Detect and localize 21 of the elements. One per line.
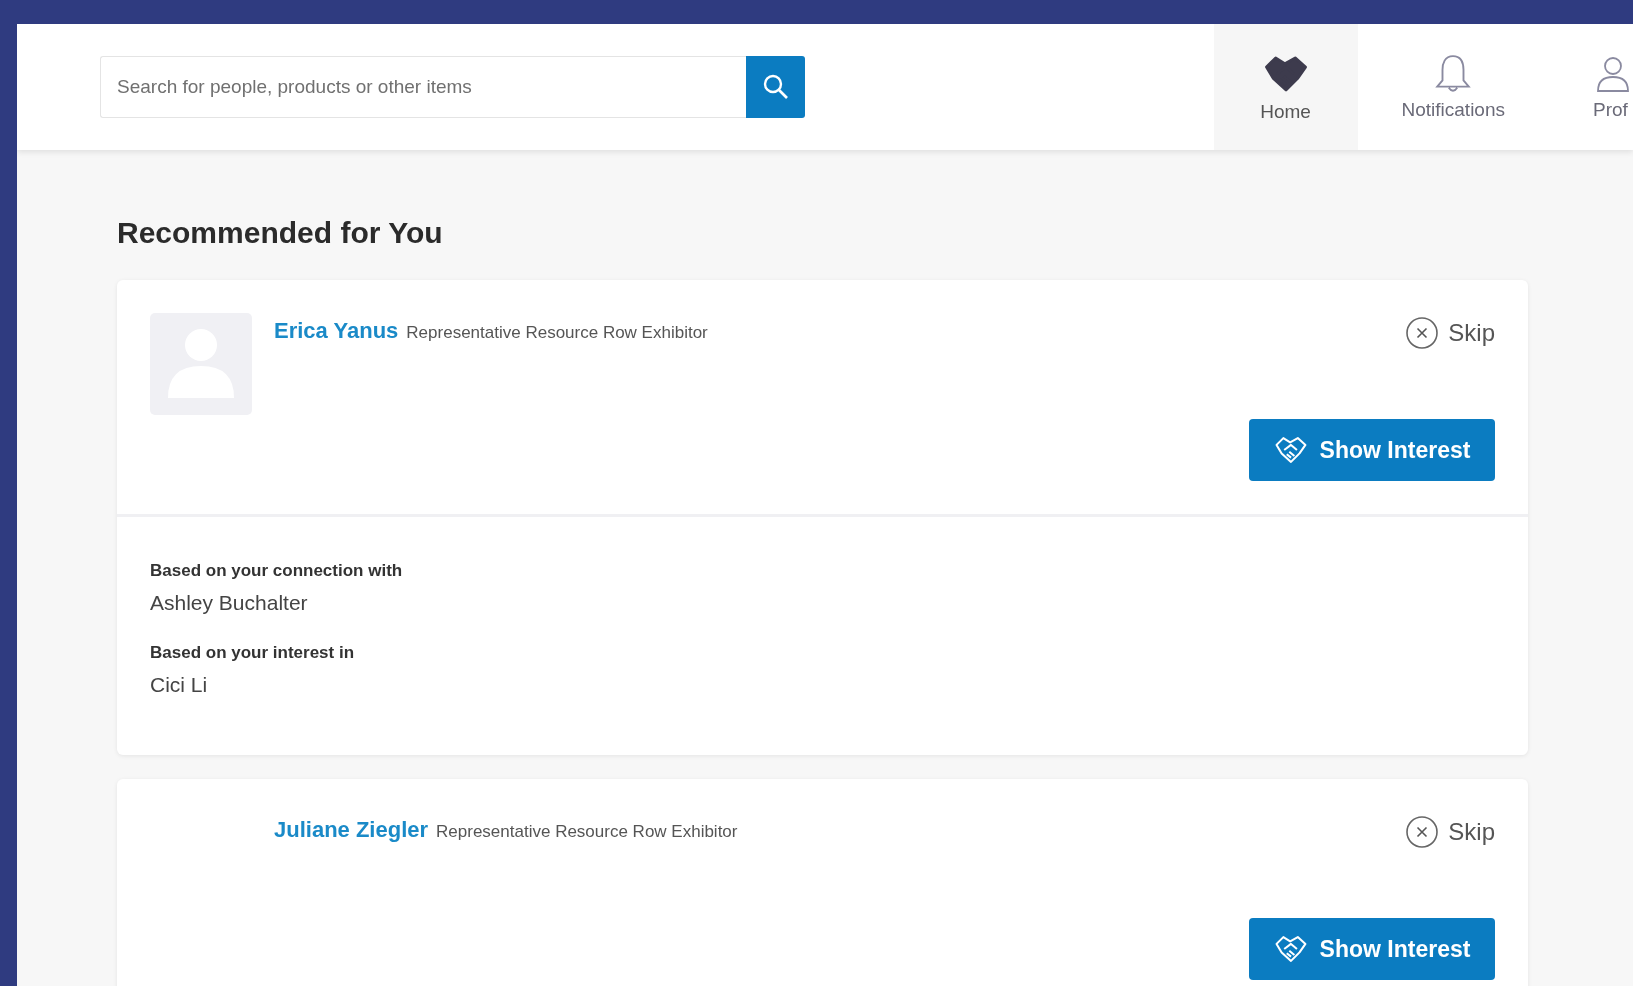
reason-value: Cici Li xyxy=(150,673,209,697)
person-role: Representative Resource Row Exhibitor xyxy=(436,822,738,842)
show-interest-button[interactable]: Show Interest xyxy=(1249,918,1495,980)
nav-tab[interactable]: Home xyxy=(1213,24,1358,150)
skip-button[interactable]: Skip xyxy=(1405,815,1495,849)
section-heading: Recommended for You xyxy=(117,216,444,250)
search-field[interactable]: Search for people, products or other items xyxy=(100,56,746,118)
person-name-link[interactable]: Erica Yanus xyxy=(274,318,399,344)
search-button[interactable] xyxy=(746,56,805,118)
close-icon xyxy=(1405,316,1440,350)
nav-tab[interactable]: Notifications xyxy=(1357,24,1549,150)
reason-label: Based on your connection with xyxy=(150,561,404,581)
reason-label: Based on your interest in xyxy=(150,643,356,663)
skip-button[interactable]: Skip xyxy=(1405,316,1495,350)
reason-value: Ashley Buchalter xyxy=(150,591,309,615)
close-icon xyxy=(1405,815,1440,849)
person-name-link[interactable]: Juliane Ziegler xyxy=(274,817,429,843)
search-icon xyxy=(761,73,790,101)
nav-tab[interactable]: Prof xyxy=(1549,24,1633,150)
show-interest-button[interactable]: Show Interest xyxy=(1249,419,1495,481)
person-role: Representative Resource Row Exhibitor xyxy=(406,323,708,343)
